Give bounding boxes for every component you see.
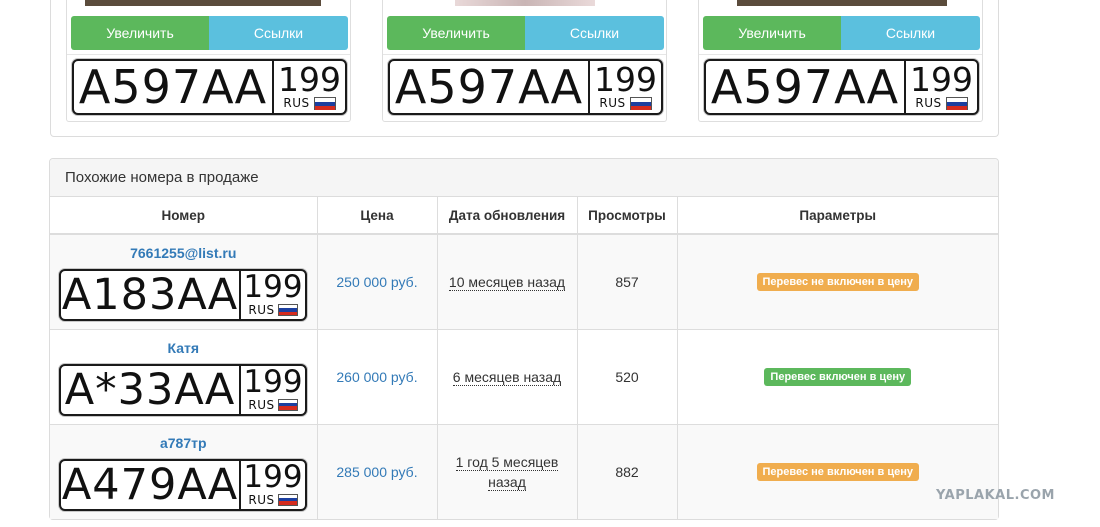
plate-region-code: 199 — [243, 458, 303, 495]
zoom-button[interactable]: Увеличить — [71, 16, 209, 50]
price-value: 285 000 руб. — [336, 463, 418, 480]
plate-region: 199 RUS — [272, 61, 345, 113]
views-cell: 857 — [577, 233, 678, 329]
column-header-date: Дата обновления — [437, 197, 578, 235]
column-header-price: Цена — [317, 197, 438, 235]
panel-title: Похожие номера в продаже — [50, 159, 998, 197]
views-value: 882 — [615, 463, 639, 480]
column-header-number: Номер — [50, 197, 318, 235]
card-photo[interactable] — [707, 0, 975, 6]
views-value: 520 — [615, 368, 639, 385]
date-cell: 6 месяцев назад — [437, 328, 578, 424]
russia-flag-icon — [277, 304, 298, 316]
zoom-button[interactable]: Увеличить — [387, 16, 525, 50]
seller-link[interactable]: Катя — [50, 340, 317, 356]
links-button[interactable]: Ссылки — [209, 16, 348, 50]
card-photo[interactable] — [75, 0, 343, 6]
date-value[interactable]: 1 год 5 месяцев — [455, 453, 559, 471]
views-cell: 882 — [577, 423, 678, 519]
date-cell: 1 год 5 месяцев назад — [437, 423, 578, 519]
plate-country: RUS — [915, 96, 942, 110]
plate-number: А*33АА — [64, 364, 236, 415]
license-plate[interactable]: А479АА 199 RUS — [59, 458, 307, 511]
date-cell: 10 месяцев назад — [437, 233, 578, 329]
plate-number: А597АА — [710, 60, 900, 114]
links-button[interactable]: Ссылки — [525, 16, 664, 50]
card-divider — [699, 54, 982, 55]
plate-region-code: 199 — [594, 60, 657, 99]
plate-number: А597АА — [78, 60, 268, 114]
price-cell: 260 000 руб. — [317, 328, 438, 424]
params-cell: Перевес не включен в цену — [677, 233, 998, 329]
price-value: 250 000 руб. — [336, 273, 418, 290]
license-plate[interactable]: А*33АА 199 RUS — [59, 363, 307, 416]
seller-link[interactable]: а787тр — [50, 435, 317, 451]
plate-number: А479АА — [61, 459, 239, 510]
plate-country: RUS — [599, 96, 626, 110]
table-row[interactable]: Катя А*33АА 199 RUS 260 000 руб. 6 месяц… — [50, 328, 998, 424]
status-badge: Перевес включен в цену — [764, 368, 912, 386]
plate-region: 199 RUS — [588, 61, 661, 113]
price-value: 260 000 руб. — [336, 368, 418, 385]
gallery-panel: Увеличить Ссылки А597АА 199 RUS Увеличит… — [50, 0, 999, 137]
gallery-card: Увеличить Ссылки А597АА 199 RUS — [66, 0, 351, 122]
zoom-button[interactable]: Увеличить — [703, 16, 841, 50]
number-cell: 7661255@list.ru А183АА 199 RUS — [50, 233, 318, 329]
date-value[interactable]: 10 месяцев назад — [448, 273, 566, 291]
gallery-card: Увеличить Ссылки А597АА 199 RUS — [698, 0, 983, 122]
links-button[interactable]: Ссылки — [841, 16, 980, 50]
seller-link[interactable]: 7661255@list.ru — [50, 245, 317, 261]
plate-region: 199 RUS — [239, 271, 305, 319]
license-plate: А597АА 199 RUS — [388, 59, 663, 115]
plate-region: 199 RUS — [239, 363, 305, 414]
plate-country: RUS — [248, 303, 275, 317]
date-value-continued[interactable]: назад — [488, 473, 526, 491]
views-value: 857 — [615, 273, 639, 290]
column-header-views: Просмотры — [577, 197, 678, 235]
number-cell: Катя А*33АА 199 RUS — [50, 328, 318, 424]
params-cell: Перевес не включен в цену — [677, 423, 998, 519]
license-plate[interactable]: А183АА 199 RUS — [59, 269, 307, 321]
views-cell: 520 — [577, 328, 678, 424]
license-plate: А597АА 199 RUS — [72, 59, 347, 115]
table-row[interactable]: а787тр А479АА 199 RUS 285 000 руб. 1 год… — [50, 423, 998, 519]
price-cell: 285 000 руб. — [317, 423, 438, 519]
price-cell: 250 000 руб. — [317, 233, 438, 329]
status-badge: Перевес не включен в цену — [756, 463, 919, 482]
card-divider — [67, 54, 350, 55]
plate-region-code: 199 — [243, 363, 303, 400]
number-cell: а787тр А479АА 199 RUS — [50, 423, 318, 519]
plate-region-code: 199 — [278, 60, 341, 99]
status-badge: Перевес не включен в цену — [756, 273, 919, 292]
russia-flag-icon — [945, 96, 968, 110]
plate-number: А183АА — [61, 270, 239, 320]
watermark: YAPLAKAL.COM — [936, 488, 1055, 503]
plate-region: 199 RUS — [239, 458, 305, 509]
license-plate: А597АА 199 RUS — [704, 59, 979, 115]
card-photo[interactable] — [391, 0, 659, 6]
table-header-row: Номер Цена Дата обновления Просмотры Пар… — [50, 197, 998, 235]
russia-flag-icon — [277, 398, 298, 411]
russia-flag-icon — [277, 493, 298, 506]
plate-region-code: 199 — [243, 269, 303, 305]
russia-flag-icon — [313, 96, 336, 110]
plate-region: 199 RUS — [904, 61, 977, 113]
plate-country: RUS — [248, 397, 275, 412]
gallery-card: Увеличить Ссылки А597АА 199 RUS — [382, 0, 667, 122]
plate-region-code: 199 — [910, 60, 973, 99]
params-cell: Перевес включен в цену — [677, 328, 998, 424]
similar-numbers-panel: Похожие номера в продаже Номер Цена Дата… — [49, 158, 999, 520]
date-value[interactable]: 6 месяцев назад — [452, 368, 562, 386]
card-divider — [383, 54, 666, 55]
plate-country: RUS — [283, 96, 310, 110]
plate-country: RUS — [248, 492, 275, 507]
column-header-params: Параметры — [677, 197, 998, 235]
russia-flag-icon — [629, 96, 652, 110]
table-row[interactable]: 7661255@list.ru А183АА 199 RUS 250 000 р… — [50, 233, 998, 329]
similar-numbers-table: Номер Цена Дата обновления Просмотры Пар… — [50, 197, 998, 519]
plate-number: А597АА — [394, 60, 584, 114]
